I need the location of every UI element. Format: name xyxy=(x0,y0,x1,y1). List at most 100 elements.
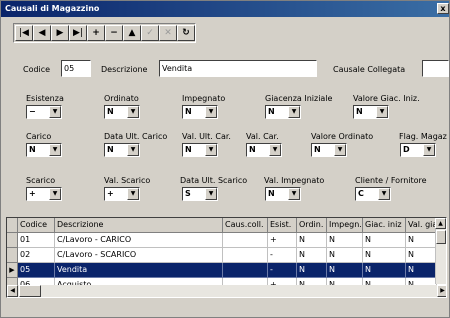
giacenza-iniziale-select[interactable]: N ▼ xyxy=(265,105,301,119)
flag-magaz-select[interactable]: D ▼ xyxy=(400,143,436,157)
vertical-scrollbar[interactable]: ▲ xyxy=(435,218,446,284)
cell-esist[interactable]: - xyxy=(268,248,297,263)
chevron-down-icon[interactable]: ▼ xyxy=(127,144,139,156)
data-ult-scarico-select[interactable]: S ▼ xyxy=(182,187,218,201)
giacenza-iniziale-label: Giacenza Iniziale xyxy=(265,94,333,103)
cell-caus-coll[interactable] xyxy=(223,248,268,263)
chevron-down-icon[interactable]: ▼ xyxy=(205,144,217,156)
chevron-down-icon[interactable]: ▼ xyxy=(376,106,388,118)
scroll-left-icon[interactable]: ◀ xyxy=(7,285,18,297)
cell-caus-coll[interactable] xyxy=(223,233,268,248)
cell-ordin[interactable]: N xyxy=(297,233,327,248)
column-header-ordin[interactable]: Ordin. xyxy=(297,218,327,233)
cell-giac-iniz[interactable]: N xyxy=(363,233,406,248)
cell-caus-coll[interactable] xyxy=(223,263,268,278)
scroll-right-icon[interactable]: ▶ xyxy=(437,285,446,297)
cell-giac-iniz[interactable]: N xyxy=(363,248,406,263)
column-header-descrizione[interactable]: Descrizione xyxy=(55,218,223,233)
cell-esist[interactable]: - xyxy=(268,263,297,278)
causale-collegata-field[interactable] xyxy=(422,60,449,77)
scroll-up-icon[interactable]: ▲ xyxy=(435,218,446,229)
edit-record-button[interactable]: ▲ xyxy=(123,25,141,41)
cancel-record-button[interactable]: ✕ xyxy=(159,25,177,41)
chevron-down-icon[interactable]: ▼ xyxy=(49,106,61,118)
cell-descrizione[interactable]: Vendita xyxy=(55,263,223,278)
cell-val-giac[interactable]: N xyxy=(406,263,437,278)
impegnato-select[interactable]: N ▼ xyxy=(182,105,218,119)
esistenza-value: − xyxy=(29,107,36,116)
cell-impegn[interactable]: N xyxy=(327,233,363,248)
column-header-val-giac[interactable]: Val. giac xyxy=(406,218,437,233)
val-car-select[interactable]: N ▼ xyxy=(246,143,282,157)
val-impegnato-select[interactable]: N ▼ xyxy=(265,187,301,201)
navigator-toolbar: |◀ ◀ ▶ ▶| + − ▲ ✓ ✕ ↻ xyxy=(13,23,196,43)
post-record-button[interactable]: ✓ xyxy=(141,25,159,41)
impegnato-label: Impegnato xyxy=(182,94,226,103)
table-corner xyxy=(7,218,18,233)
horizontal-scrollbar[interactable]: ◀ ▶ xyxy=(7,285,446,297)
ordinato-select[interactable]: N ▼ xyxy=(104,105,140,119)
cell-impegn[interactable]: N xyxy=(327,263,363,278)
chevron-down-icon[interactable]: ▼ xyxy=(334,144,346,156)
chevron-down-icon[interactable]: ▼ xyxy=(288,106,300,118)
chevron-down-icon[interactable]: ▼ xyxy=(288,188,300,200)
chevron-down-icon[interactable]: ▼ xyxy=(423,144,435,156)
column-header-caus-coll[interactable]: Caus.coll. xyxy=(223,218,268,233)
chevron-down-icon[interactable]: ▼ xyxy=(49,144,61,156)
cell-descrizione[interactable]: C/Lavoro - CARICO xyxy=(55,233,223,248)
cell-val-giac[interactable]: N xyxy=(406,233,437,248)
delete-record-button[interactable]: − xyxy=(105,25,123,41)
scarico-label: Scarico xyxy=(26,176,56,185)
column-header-giac-iniz[interactable]: Giac. iniz xyxy=(363,218,406,233)
codice-field[interactable]: 05 xyxy=(61,60,91,77)
flag-magaz-label: Flag. Magaz xyxy=(399,132,447,141)
cliente-fornitore-select[interactable]: C ▼ xyxy=(355,187,391,201)
column-header-esist[interactable]: Esist. xyxy=(268,218,297,233)
cell-codice[interactable]: 02 xyxy=(18,248,55,263)
next-record-button[interactable]: ▶ xyxy=(51,25,69,41)
val-ult-car-select[interactable]: N ▼ xyxy=(182,143,218,157)
scarico-select[interactable]: + ▼ xyxy=(26,187,62,201)
cell-codice[interactable]: 01 xyxy=(18,233,55,248)
data-ult-carico-label: Data Ult. Carico xyxy=(104,132,168,141)
val-scarico-select[interactable]: + ▼ xyxy=(104,187,140,201)
last-record-button[interactable]: ▶| xyxy=(69,25,87,41)
prior-record-button[interactable]: ◀ xyxy=(33,25,51,41)
insert-record-button[interactable]: + xyxy=(87,25,105,41)
current-row-pointer-icon: ▶ xyxy=(7,263,18,278)
cell-impegn[interactable]: N xyxy=(327,248,363,263)
data-ult-scarico-value: S xyxy=(185,189,191,198)
close-button[interactable]: x xyxy=(437,3,449,14)
val-car-value: N xyxy=(249,145,256,154)
valore-ordinato-select[interactable]: N ▼ xyxy=(311,143,347,157)
causali-table: Codice Descrizione Caus.coll. Esist. Ord… xyxy=(6,217,447,298)
cell-esist[interactable]: + xyxy=(268,233,297,248)
cell-giac-iniz[interactable]: N xyxy=(363,263,406,278)
chevron-down-icon[interactable]: ▼ xyxy=(205,106,217,118)
chevron-down-icon[interactable]: ▼ xyxy=(127,106,139,118)
cell-ordin[interactable]: N xyxy=(297,248,327,263)
valore-giac-iniz-select[interactable]: N ▼ xyxy=(353,105,389,119)
carico-select[interactable]: N ▼ xyxy=(26,143,62,157)
chevron-down-icon[interactable]: ▼ xyxy=(49,188,61,200)
window-titlebar: Causali di Magazzino x xyxy=(1,1,449,17)
vertical-scroll-thumb[interactable] xyxy=(436,230,446,244)
chevron-down-icon[interactable]: ▼ xyxy=(269,144,281,156)
chevron-down-icon[interactable]: ▼ xyxy=(378,188,390,200)
column-header-codice[interactable]: Codice xyxy=(18,218,55,233)
column-header-impegn[interactable]: Impegn. xyxy=(327,218,363,233)
cell-descrizione[interactable]: C/Lavoro - SCARICO xyxy=(55,248,223,263)
ordinato-value: N xyxy=(107,107,114,116)
descrizione-field[interactable]: Vendita xyxy=(159,60,317,77)
cell-val-giac[interactable]: N xyxy=(406,248,437,263)
chevron-down-icon[interactable]: ▼ xyxy=(205,188,217,200)
cell-codice[interactable]: 05 xyxy=(18,263,55,278)
horizontal-scroll-thumb[interactable] xyxy=(19,285,41,297)
cliente-fornitore-label: Cliente / Fornitore xyxy=(355,176,427,185)
esistenza-select[interactable]: − ▼ xyxy=(26,105,62,119)
first-record-button[interactable]: |◀ xyxy=(15,25,33,41)
refresh-button[interactable]: ↻ xyxy=(177,25,195,41)
cell-ordin[interactable]: N xyxy=(297,263,327,278)
data-ult-carico-select[interactable]: N ▼ xyxy=(104,143,140,157)
chevron-down-icon[interactable]: ▼ xyxy=(127,188,139,200)
